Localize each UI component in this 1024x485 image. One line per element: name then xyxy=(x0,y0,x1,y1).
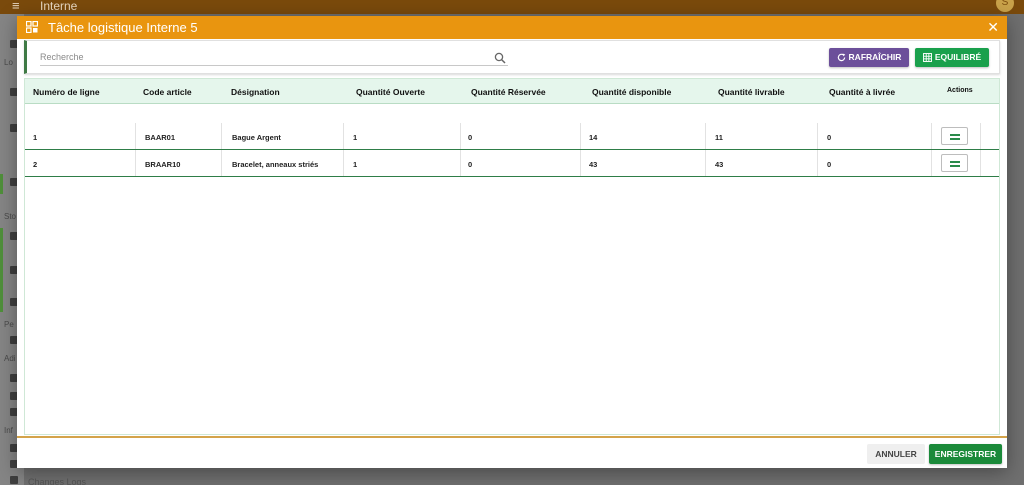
footer-divider xyxy=(17,436,1007,438)
cell-qty-delivered: 0 xyxy=(827,160,832,169)
cell-qty-available: 43 xyxy=(589,160,598,169)
cell-divider xyxy=(460,150,461,176)
header-qty-open[interactable]: Quantité Ouverte xyxy=(356,87,425,97)
cell-designation: Bracelet, anneaux striés xyxy=(232,160,319,169)
cell-qty-reserved: 0 xyxy=(468,160,473,169)
cell-qty-reserved: 0 xyxy=(468,133,473,142)
cell-divider xyxy=(460,123,461,149)
menu-icon[interactable]: ≡ xyxy=(12,0,20,13)
row-actions-button[interactable] xyxy=(941,127,968,145)
sidebar-section-label: Sto xyxy=(4,212,17,221)
menu-lines-icon xyxy=(950,138,960,140)
menu-lines-icon xyxy=(950,165,960,167)
sidebar-section-label: Inf xyxy=(4,426,13,435)
cell-divider xyxy=(817,123,818,149)
cell-qty-open: 1 xyxy=(353,160,358,169)
cell-article-code: BRAAR10 xyxy=(145,160,181,169)
cell-qty-deliverable: 11 xyxy=(715,133,723,142)
sidebar-section-label: Lo xyxy=(4,58,13,67)
sidebar-section-label: Pe xyxy=(4,320,14,329)
logistic-task-dialog: Tâche logistique Interne 5 ✕ RAFRAÎCHIR … xyxy=(17,16,1007,468)
sidebar-section-label: Adi xyxy=(4,354,16,363)
app-topbar: ≡ Interne S xyxy=(0,0,1024,14)
table-row[interactable]: 1 BAAR01 Bague Argent 1 0 14 11 0 xyxy=(25,123,999,150)
cell-qty-delivered: 0 xyxy=(827,133,832,142)
dialog-title: Tâche logistique Interne 5 xyxy=(48,20,198,35)
cell-divider xyxy=(221,150,222,176)
refresh-button[interactable]: RAFRAÎCHIR xyxy=(829,48,909,67)
header-article-code[interactable]: Code article xyxy=(143,87,192,97)
search-input[interactable] xyxy=(40,49,508,66)
cell-divider xyxy=(705,150,706,176)
refresh-label: RAFRAÎCHIR xyxy=(848,52,902,62)
cell-divider xyxy=(931,123,932,149)
search-toolbar: RAFRAÎCHIR EQUILIBRÉ xyxy=(24,40,1000,74)
cell-divider xyxy=(343,123,344,149)
table-header: Numéro de ligne Code article Désignation… xyxy=(25,79,999,104)
table-row[interactable]: 2 BRAAR10 Bracelet, anneaux striés 1 0 4… xyxy=(25,150,999,177)
cell-divider xyxy=(580,123,581,149)
refresh-icon xyxy=(837,53,845,62)
cell-divider xyxy=(980,150,981,176)
active-indicator xyxy=(0,174,3,194)
cell-divider xyxy=(980,123,981,149)
search-icon[interactable] xyxy=(494,52,506,64)
close-icon[interactable]: ✕ xyxy=(987,19,999,35)
cell-designation: Bague Argent xyxy=(232,133,281,142)
cell-divider xyxy=(343,150,344,176)
row-actions-button[interactable] xyxy=(941,154,968,172)
log-icon[interactable] xyxy=(10,476,18,484)
dialog-header: Tâche logistique Interne 5 ✕ xyxy=(17,16,1007,39)
cell-divider xyxy=(931,150,932,176)
cell-line-number: 1 xyxy=(33,133,38,142)
menu-lines-icon xyxy=(950,134,960,136)
equilibrate-button[interactable]: EQUILIBRÉ xyxy=(915,48,989,67)
cell-divider xyxy=(135,123,136,149)
cell-divider xyxy=(705,123,706,149)
header-actions: Actions xyxy=(947,87,973,94)
active-indicator xyxy=(0,228,3,312)
menu-lines-icon xyxy=(950,161,960,163)
header-qty-reserved[interactable]: Quantité Réservée xyxy=(471,87,546,97)
cell-divider xyxy=(135,150,136,176)
task-icon xyxy=(26,21,38,33)
cell-qty-open: 1 xyxy=(353,133,358,142)
save-button[interactable]: ENREGISTRER xyxy=(929,444,1002,464)
app-title: Interne xyxy=(40,0,78,13)
equilibrate-label: EQUILIBRÉ xyxy=(934,52,982,62)
cell-line-number: 2 xyxy=(33,160,38,169)
header-qty-available[interactable]: Quantité disponible xyxy=(592,87,671,97)
header-line-number[interactable]: Numéro de ligne xyxy=(33,87,100,97)
header-qty-deliverable[interactable]: Quantité livrable xyxy=(718,87,785,97)
cell-qty-available: 14 xyxy=(589,133,598,142)
header-designation[interactable]: Désignation xyxy=(231,87,280,97)
cell-divider xyxy=(580,150,581,176)
cell-qty-deliverable: 43 xyxy=(715,160,724,169)
table-icon xyxy=(922,53,932,62)
cell-article-code: BAAR01 xyxy=(145,133,176,142)
cell-divider xyxy=(221,123,222,149)
cancel-button[interactable]: ANNULER xyxy=(867,444,925,464)
lines-table: Numéro de ligne Code article Désignation… xyxy=(24,78,1000,435)
changes-logs-link[interactable]: Changes Logs xyxy=(28,477,86,485)
header-qty-delivered[interactable]: Quantité à livrée xyxy=(829,87,895,97)
cell-divider xyxy=(817,150,818,176)
avatar[interactable]: S xyxy=(996,0,1014,12)
